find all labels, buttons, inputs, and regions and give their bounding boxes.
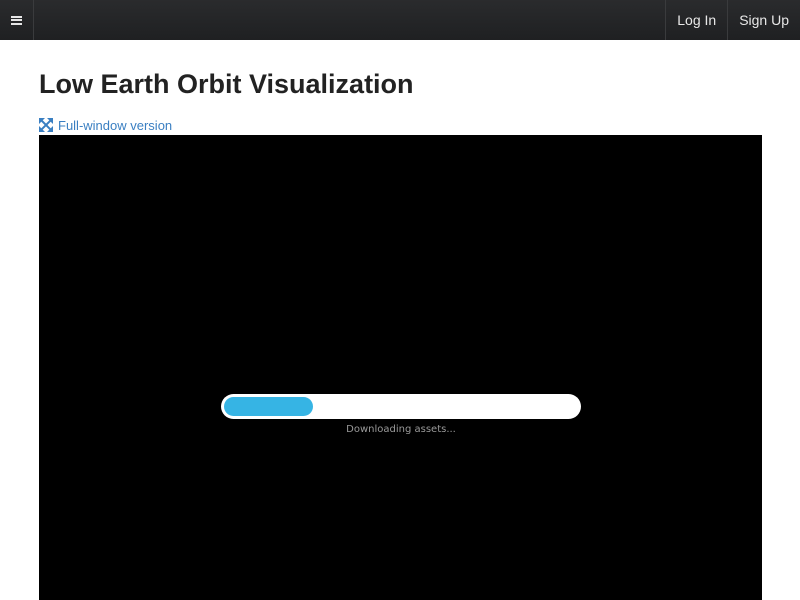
nav-auth-links: Log In Sign Up [665, 0, 800, 40]
full-window-link[interactable]: Full-window version [39, 116, 172, 134]
loading-status-text: Downloading assets... [346, 424, 456, 435]
page-title: Low Earth Orbit Visualization [39, 69, 414, 99]
expand-arrows-icon [39, 118, 53, 132]
loading-progress-fill [224, 397, 313, 416]
full-window-label: Full-window version [58, 117, 173, 133]
login-link[interactable]: Log In [665, 0, 727, 40]
visualization-canvas[interactable]: Downloading assets... [39, 135, 762, 600]
signup-link[interactable]: Sign Up [727, 0, 800, 40]
hamburger-menu-icon [11, 15, 22, 25]
top-navbar: Log In Sign Up [0, 0, 800, 40]
menu-button[interactable] [0, 0, 34, 40]
loading-progress-bar [221, 394, 581, 419]
